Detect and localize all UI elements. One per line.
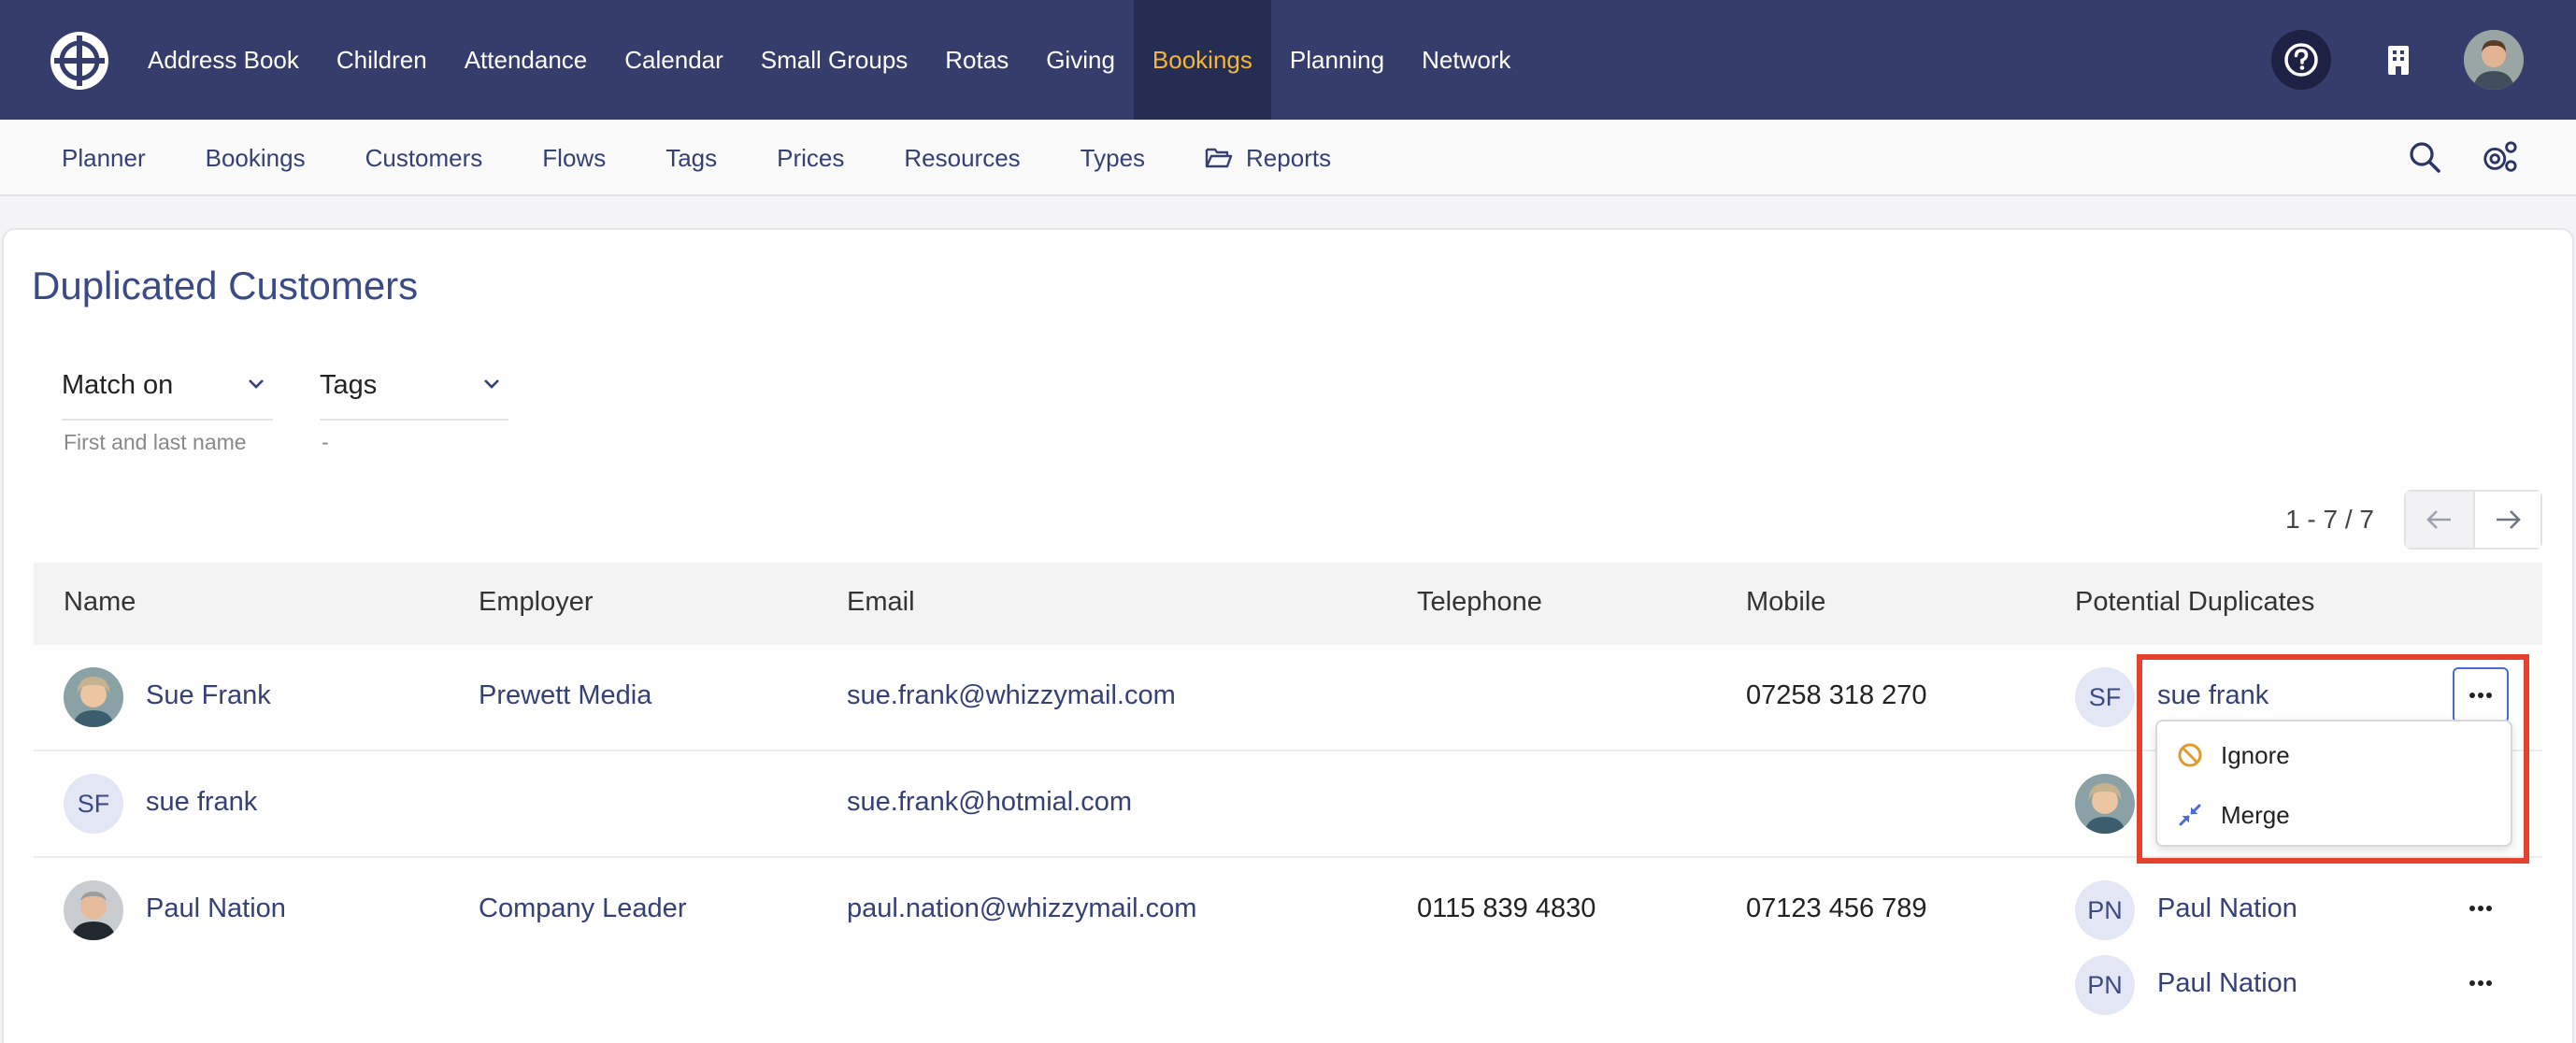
duplicate-avatar: PN xyxy=(2075,955,2135,1015)
subnav-tags[interactable]: Tags xyxy=(636,120,747,196)
duplicate-avatar: SF xyxy=(2075,667,2135,727)
subnav-flows[interactable]: Flows xyxy=(512,120,636,196)
avatar xyxy=(64,667,123,727)
table-row[interactable]: Paul Nation Company Leader paul.nation@w… xyxy=(34,858,2542,1043)
settings-icon[interactable] xyxy=(2481,138,2518,176)
mobile-value: 07258 318 270 xyxy=(1746,680,1927,710)
subnav-resources[interactable]: Resources xyxy=(874,120,1050,196)
telephone-value: 0115 839 4830 xyxy=(1417,893,1596,923)
nav-address-book[interactable]: Address Book xyxy=(129,0,318,120)
avatar: SF xyxy=(64,774,123,834)
help-icon[interactable] xyxy=(2271,30,2331,90)
subnav-planner[interactable]: Planner xyxy=(32,120,176,196)
subnav-types[interactable]: Types xyxy=(1051,120,1175,196)
customer-name-link[interactable]: sue frank xyxy=(146,787,257,818)
match-on-select[interactable]: Match on xyxy=(62,353,273,421)
nav-attendance[interactable]: Attendance xyxy=(446,0,607,120)
email-link[interactable]: sue.frank@hotmial.com xyxy=(847,787,1132,818)
highlight-box xyxy=(2137,654,2529,864)
nav-children[interactable]: Children xyxy=(318,0,446,120)
arrow-left-icon xyxy=(2426,510,2451,529)
more-options-button[interactable] xyxy=(2453,955,2509,1011)
match-on-label: Match on xyxy=(62,370,174,400)
customer-name-link[interactable]: Sue Frank xyxy=(146,680,271,711)
nav-calendar[interactable]: Calendar xyxy=(606,0,742,120)
page-title: Duplicated Customers xyxy=(32,264,419,307)
arrow-right-icon xyxy=(2497,510,2521,529)
nav-rotas[interactable]: Rotas xyxy=(926,0,1027,120)
chevron-down-icon xyxy=(249,379,264,389)
email-link[interactable]: paul.nation@whizzymail.com xyxy=(847,893,1196,924)
tags-value: - xyxy=(322,430,329,454)
building-icon[interactable] xyxy=(2368,30,2428,90)
pagination-text: 1 - 7 / 7 xyxy=(2285,505,2374,534)
more-options-button[interactable] xyxy=(2453,880,2509,936)
subnav-bookings[interactable]: Bookings xyxy=(176,120,336,196)
subnav-prices[interactable]: Prices xyxy=(747,120,874,196)
logo-icon[interactable] xyxy=(49,30,110,92)
header-employer: Employer xyxy=(479,587,594,617)
ellipsis-icon xyxy=(2469,906,2492,911)
prev-page-button[interactable] xyxy=(2406,492,2473,548)
subnav-customers[interactable]: Customers xyxy=(336,120,513,196)
nav-network[interactable]: Network xyxy=(1403,0,1529,120)
folder-open-icon xyxy=(1205,148,1233,168)
header-name: Name xyxy=(64,587,136,617)
user-avatar[interactable] xyxy=(2464,30,2524,90)
chevron-down-icon xyxy=(484,379,499,389)
match-on-value: First and last name xyxy=(64,430,247,454)
nav-small-groups[interactable]: Small Groups xyxy=(742,0,927,120)
nav-planning[interactable]: Planning xyxy=(1271,0,1403,120)
next-page-button[interactable] xyxy=(2473,492,2540,548)
nav-giving[interactable]: Giving xyxy=(1027,0,1134,120)
employer-link[interactable]: Prewett Media xyxy=(479,680,651,711)
header-email: Email xyxy=(847,587,915,617)
tags-label: Tags xyxy=(320,370,378,400)
header-mobile: Mobile xyxy=(1746,587,1826,617)
mobile-value: 07123 456 789 xyxy=(1746,893,1927,923)
avatar xyxy=(64,880,123,940)
header-telephone: Telephone xyxy=(1417,587,1542,617)
ellipsis-icon xyxy=(2469,980,2492,986)
header-potential-duplicates: Potential Duplicates xyxy=(2075,587,2315,617)
duplicate-name-link[interactable]: Paul Nation xyxy=(2157,893,2297,924)
nav-bookings[interactable]: Bookings xyxy=(1133,0,1271,120)
subnav-reports-label: Reports xyxy=(1246,143,1332,172)
duplicate-avatar xyxy=(2075,774,2135,834)
sub-navbar: Planner Bookings Customers Flows Tags Pr… xyxy=(0,120,2576,196)
search-icon[interactable] xyxy=(2406,138,2443,176)
employer-link[interactable]: Company Leader xyxy=(479,893,686,924)
top-navbar: Address Book Children Attendance Calenda… xyxy=(0,0,2576,120)
tags-select[interactable]: Tags xyxy=(320,353,508,421)
pagination xyxy=(2404,490,2542,550)
customer-name-link[interactable]: Paul Nation xyxy=(146,893,286,924)
duplicate-avatar: PN xyxy=(2075,880,2135,940)
subnav-reports[interactable]: Reports xyxy=(1175,120,1361,196)
table-header: Name Employer Email Telephone Mobile Pot… xyxy=(34,563,2542,645)
email-link[interactable]: sue.frank@whizzymail.com xyxy=(847,680,1176,711)
duplicate-name-link[interactable]: Paul Nation xyxy=(2157,968,2297,999)
